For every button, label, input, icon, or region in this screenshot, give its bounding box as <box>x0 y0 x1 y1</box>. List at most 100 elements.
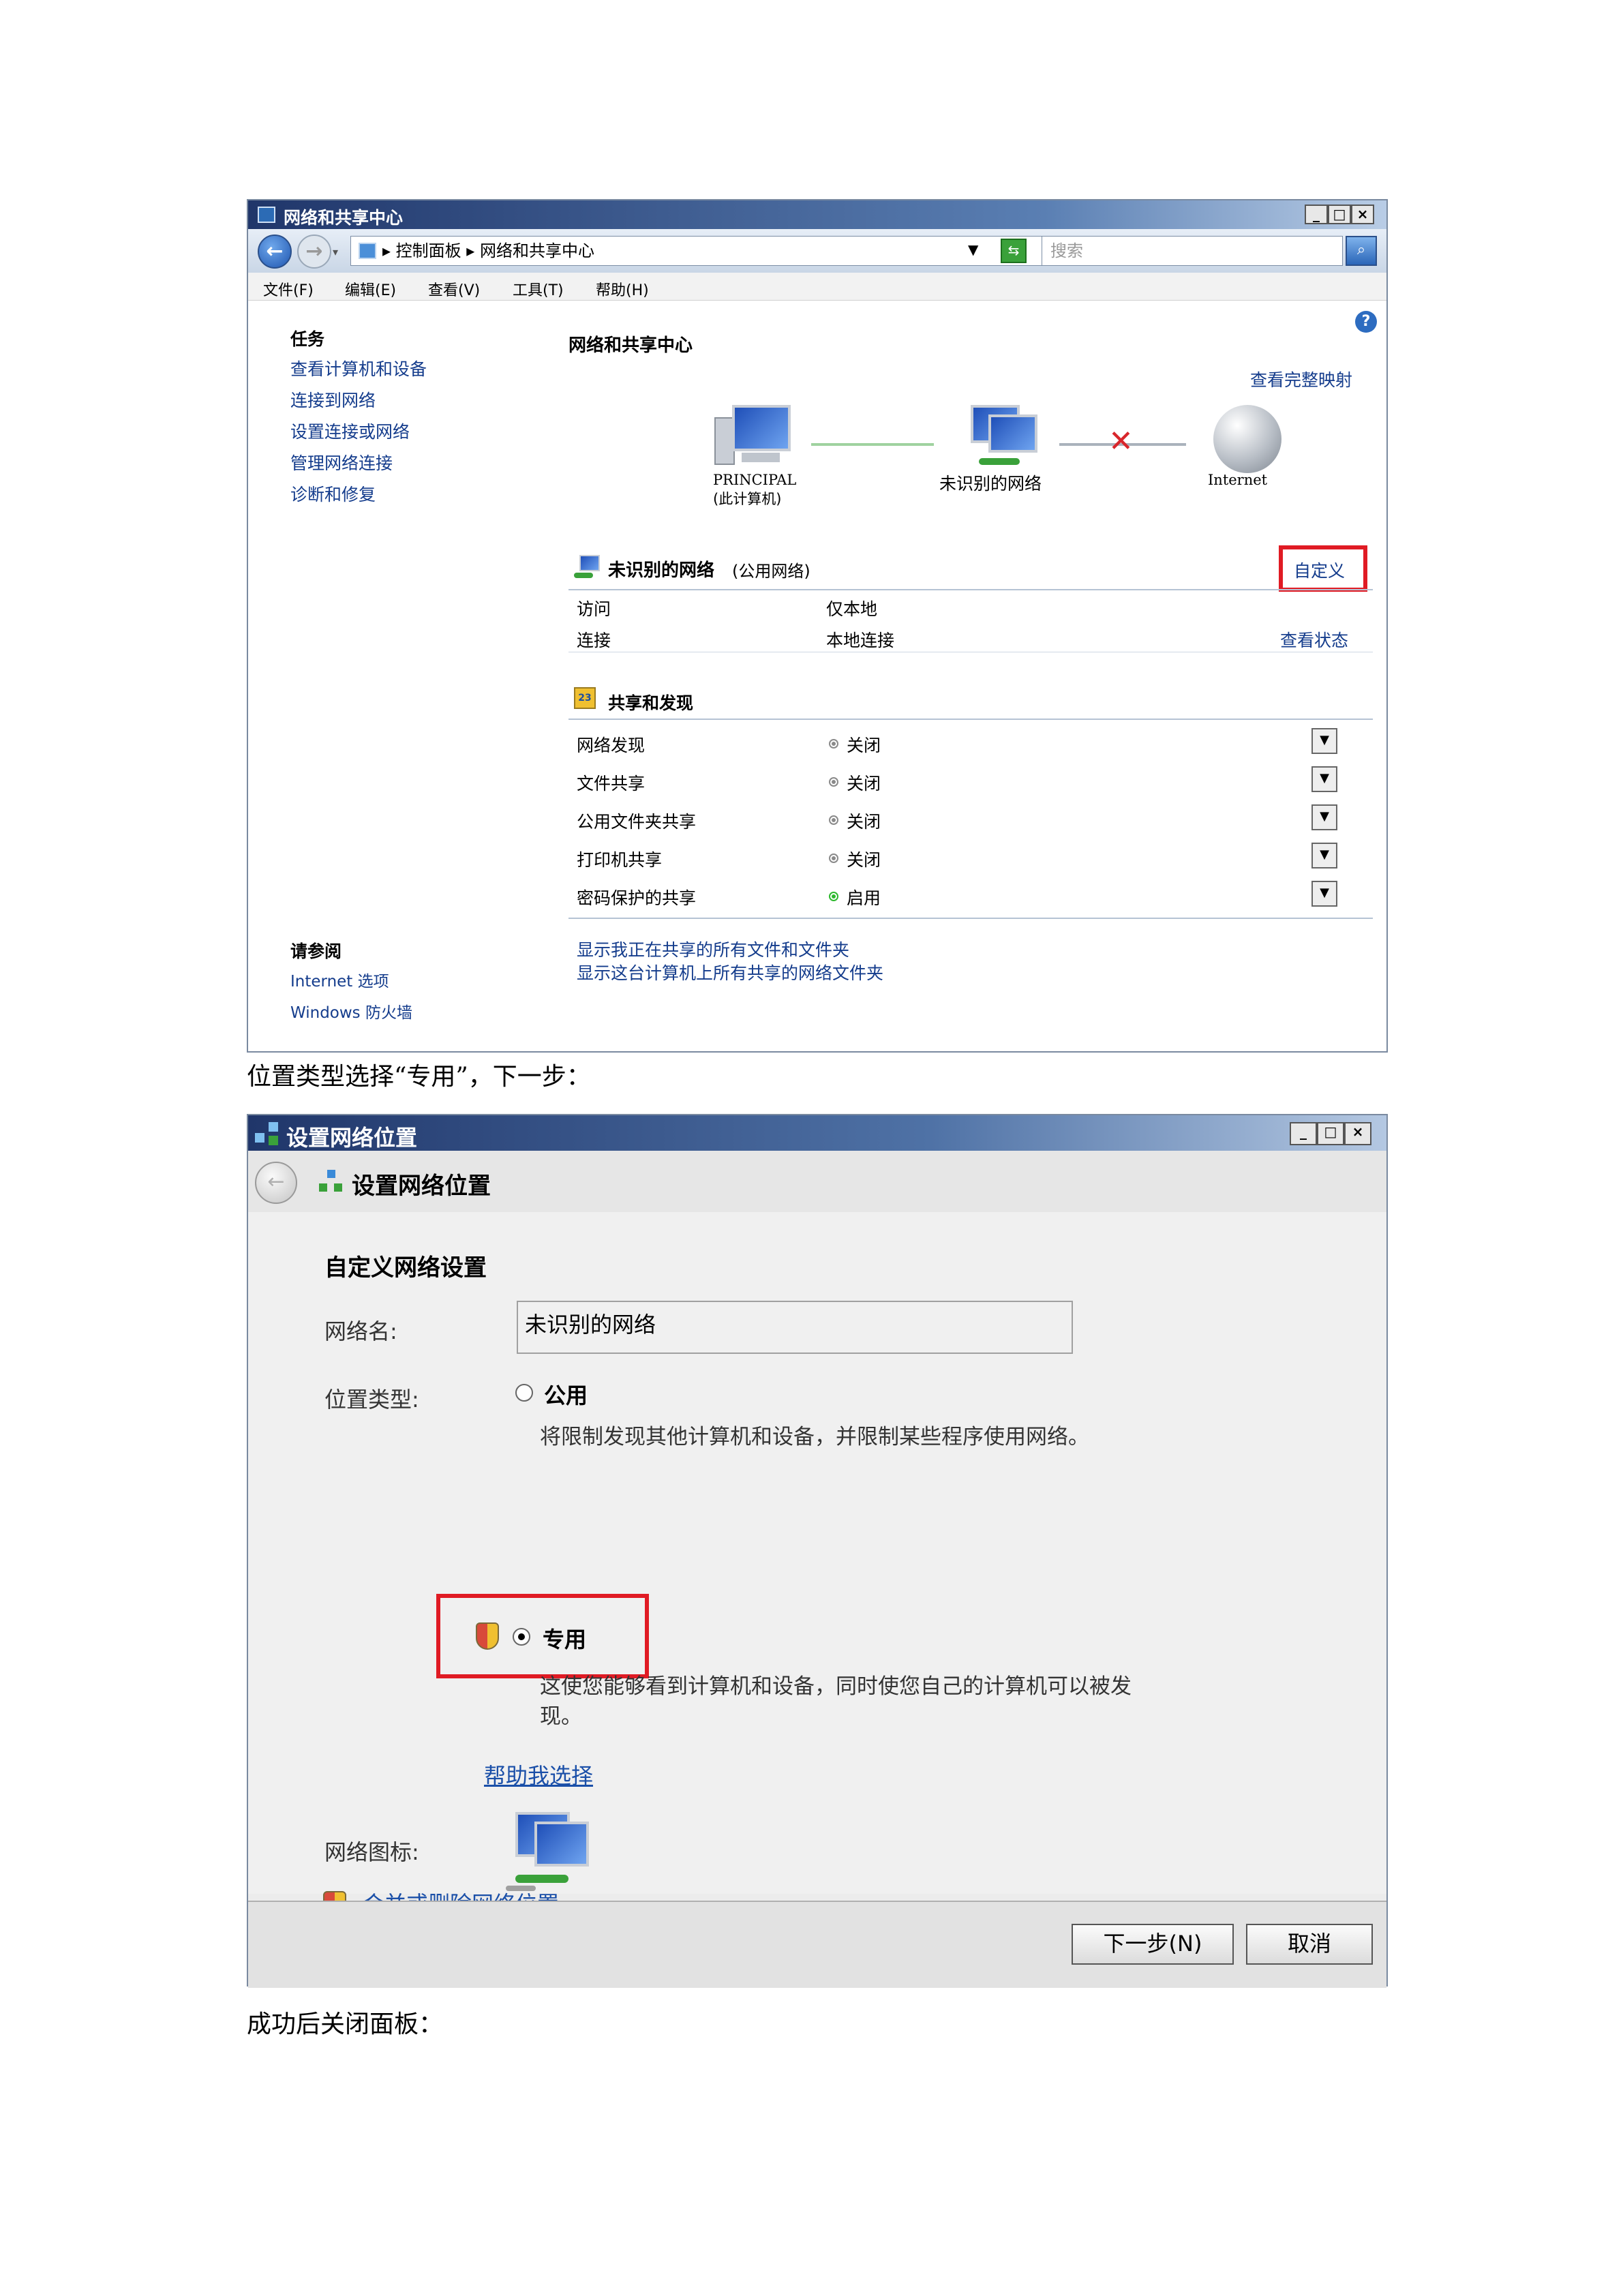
menu-file[interactable]: 文件(F) <box>263 278 314 300</box>
caption-close-panel: 成功后关闭面板： <box>247 2010 444 2038</box>
network-icon-label: 网络图标: <box>324 1839 419 1865</box>
divider <box>568 589 1373 590</box>
wizard-body: 自定义网络设置 网络名: 未识别的网络 位置类型: 公用 将限制发现其他计算机和… <box>248 1212 1386 1894</box>
sharing-row-label: 文件共享 <box>577 774 646 794</box>
minimize-button[interactable]: _ <box>1290 1122 1317 1145</box>
wizard-header-title: 设置网络位置 <box>352 1173 491 1200</box>
private-radio[interactable] <box>513 1628 530 1646</box>
access-label: 访问 <box>577 599 611 619</box>
sharing-icon: 23 <box>574 687 596 709</box>
show-shared-files-link[interactable]: 显示我正在共享的所有文件和文件夹 <box>577 937 849 961</box>
show-shared-folders-link[interactable]: 显示这台计算机上所有共享的网络文件夹 <box>577 960 883 984</box>
connection-line-ok <box>811 443 934 446</box>
cancel-button[interactable]: 取消 <box>1246 1924 1373 1965</box>
sharing-row-status: 关闭 <box>847 812 881 832</box>
uac-shield-icon <box>476 1622 499 1650</box>
see-also-heading: 请参阅 <box>290 941 342 961</box>
divider <box>568 918 1373 919</box>
set-network-location-window: 设置网络位置 _ □ × ← 设置网络位置 自定义网络设置 网络名: 未识别的网… <box>247 1114 1388 1988</box>
minimize-button[interactable]: _ <box>1305 205 1328 224</box>
network-name: 未识别的网络 <box>608 560 715 581</box>
next-button[interactable]: 下一步(N) <box>1072 1924 1234 1965</box>
menu-view[interactable]: 查看(V) <box>428 278 480 300</box>
menu-tools[interactable]: 工具(T) <box>513 278 564 300</box>
back-arrow-icon[interactable]: ← <box>258 235 292 269</box>
network-location-icon <box>319 1170 342 1193</box>
see-also-windows-firewall[interactable]: Windows 防火墙 <box>290 999 412 1023</box>
menu-bar: 文件(F) 编辑(E) 查看(V) 工具(T) 帮助(H) <box>248 273 1386 301</box>
network-name-label: 网络名: <box>324 1318 397 1344</box>
address-bar: ← → ▾ ▸ 控制面板 ▸ 网络和共享中心 ▼ ⇆ 搜索 ⌕ <box>248 229 1386 273</box>
custom-settings-title: 自定义网络设置 <box>324 1254 487 1282</box>
maximize-button[interactable]: □ <box>1317 1122 1344 1145</box>
private-description-1: 这使您能够看到计算机和设备，同时使您自己的计算机可以被发 <box>540 1674 1132 1699</box>
network-icon-image[interactable] <box>502 1812 590 1894</box>
address-path[interactable]: ▸ 控制面板 ▸ 网络和共享中心 <box>350 236 1043 266</box>
address-path-text: ▸ 控制面板 ▸ 网络和共享中心 <box>382 241 594 260</box>
network-type: (公用网络) <box>732 562 810 581</box>
public-radio[interactable] <box>515 1384 533 1402</box>
network-name-field[interactable]: 未识别的网络 <box>517 1301 1073 1354</box>
customize-link[interactable]: 自定义 <box>1294 558 1345 582</box>
public-label: 公用 <box>544 1383 588 1408</box>
sharing-row-status: 关闭 <box>847 850 881 870</box>
see-also-internet-options[interactable]: Internet 选项 <box>290 968 389 991</box>
refresh-icon[interactable]: ⇆ <box>1001 239 1027 263</box>
access-value: 仅本地 <box>826 599 878 619</box>
help-me-choose-link[interactable]: 帮助我选择 <box>484 1759 593 1790</box>
menu-edit[interactable]: 编辑(E) <box>345 278 396 300</box>
address-dropdown-chevron-down-icon[interactable]: ▼ <box>968 241 978 258</box>
connection-value: 本地连接 <box>826 631 895 650</box>
control-panel-icon <box>359 243 376 259</box>
search-input[interactable]: 搜索 <box>1042 236 1343 266</box>
expand-chevron-down-icon[interactable]: ▼ <box>1311 766 1337 792</box>
maximize-button[interactable]: □ <box>1328 205 1351 224</box>
sharing-heading: 共享和发现 <box>608 693 694 713</box>
forward-arrow-icon[interactable]: → <box>297 235 331 269</box>
expand-chevron-down-icon[interactable]: ▼ <box>1311 804 1337 830</box>
expand-chevron-down-icon[interactable]: ▼ <box>1311 843 1337 868</box>
menu-help[interactable]: 帮助(H) <box>596 278 649 300</box>
sharing-row-label: 网络发现 <box>577 736 646 755</box>
task-manage-connections[interactable]: 管理网络连接 <box>290 450 393 474</box>
view-status-link[interactable]: 查看状态 <box>1280 627 1348 652</box>
status-dot-icon <box>829 815 838 825</box>
private-label: 专用 <box>543 1627 587 1652</box>
status-dot-icon <box>829 892 838 901</box>
view-full-map-link[interactable]: 查看完整映射 <box>1250 367 1352 391</box>
network-location-icon <box>255 1122 279 1145</box>
task-view-computers[interactable]: 查看计算机和设备 <box>290 356 427 380</box>
window1-title: 网络和共享中心 <box>284 208 404 228</box>
task-setup-connection[interactable]: 设置连接或网络 <box>290 419 410 443</box>
private-description-2: 现。 <box>540 1704 582 1729</box>
sharing-row-label: 密码保护的共享 <box>577 888 697 908</box>
close-button[interactable]: × <box>1351 205 1374 224</box>
search-icon[interactable]: ⌕ <box>1346 236 1377 266</box>
connection-label: 连接 <box>577 631 611 650</box>
network-map-label: 未识别的网络 <box>939 474 1042 494</box>
window1-titlebar: 网络和共享中心 _ □ × <box>248 200 1386 229</box>
history-chevron-down-icon[interactable]: ▾ <box>333 245 338 258</box>
task-diagnose-repair[interactable]: 诊断和修复 <box>290 481 376 506</box>
window2-titlebar: 设置网络位置 _ □ × <box>248 1115 1386 1151</box>
back-arrow-icon[interactable]: ← <box>255 1162 297 1204</box>
tasks-heading: 任务 <box>290 329 325 349</box>
network-sharing-center-window: 网络和共享中心 _ □ × ← → ▾ ▸ 控制面板 ▸ 网络和共享中心 ▼ ⇆… <box>247 199 1388 1053</box>
sharing-row-status: 关闭 <box>847 736 881 755</box>
search-placeholder: 搜索 <box>1050 241 1083 260</box>
wizard-header: ← 设置网络位置 <box>248 1151 1386 1213</box>
expand-chevron-down-icon[interactable]: ▼ <box>1311 881 1337 907</box>
expand-chevron-down-icon[interactable]: ▼ <box>1311 728 1337 754</box>
status-dot-icon <box>829 739 838 749</box>
task-connect-network[interactable]: 连接到网络 <box>290 387 376 412</box>
main-heading: 网络和共享中心 <box>568 335 693 356</box>
help-icon[interactable]: ? <box>1355 311 1377 333</box>
network-name-value: 未识别的网络 <box>525 1312 656 1338</box>
wizard-footer: 下一步(N) 取消 <box>248 1901 1386 1988</box>
caption-select-private: 位置类型选择“专用”，下一步： <box>247 1063 591 1091</box>
network-small-icon <box>574 555 603 579</box>
close-button[interactable]: × <box>1344 1122 1371 1145</box>
network-center-icon <box>258 207 275 223</box>
sharing-row-label: 公用文件夹共享 <box>577 812 697 832</box>
location-type-label: 位置类型: <box>324 1387 419 1413</box>
